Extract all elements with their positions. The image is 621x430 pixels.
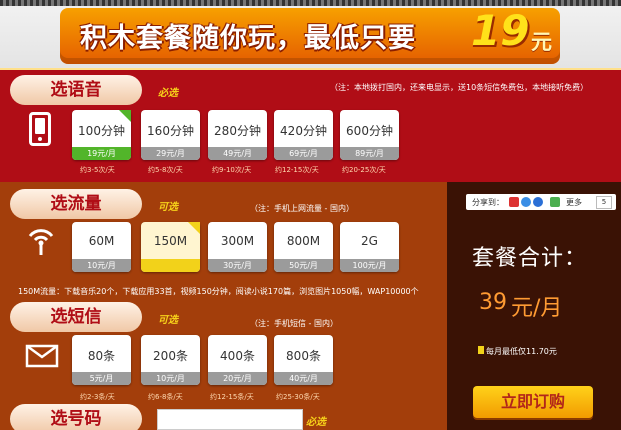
tab-number[interactable]: 选号码: [10, 404, 142, 430]
voice-option-usage: 约12-15次/天: [275, 166, 319, 174]
total-value: 39: [479, 290, 507, 315]
sms-option-price: 10元/月: [141, 372, 200, 385]
share-more-icon[interactable]: [550, 197, 560, 207]
buy-now-button[interactable]: 立即订购: [473, 386, 593, 418]
sms-option-usage: 约6-8条/天: [148, 393, 183, 401]
sms-option-800[interactable]: 800条 40元/月: [274, 335, 333, 385]
tab-data[interactable]: 选流量: [10, 189, 142, 219]
share-count: 5: [596, 196, 612, 209]
voice-option-label: 280分钟: [214, 124, 261, 138]
number-input[interactable]: [157, 409, 303, 430]
voice-option-price: 49元/月: [208, 147, 267, 160]
sms-option-price: 20元/月: [208, 372, 267, 385]
sms-option-80[interactable]: 80条 5元/月: [72, 335, 131, 385]
tab-voice[interactable]: 选语音: [10, 75, 142, 105]
voice-option-280[interactable]: 280分钟 49元/月: [208, 110, 267, 160]
sms-option-label: 800条: [286, 349, 321, 363]
sms-option-usage: 约2-3条/天: [80, 393, 115, 401]
sms-option-label: 80条: [87, 349, 116, 363]
total-title: 套餐合计：: [472, 246, 588, 271]
banner: 积木套餐随你玩，最低只要 19 元: [0, 0, 621, 68]
data-option-label: 60M: [88, 234, 115, 248]
banner-price-unit: 元: [531, 30, 552, 54]
banner-title: 积木套餐随你玩，最低只要: [80, 23, 416, 54]
wifi-signal-icon: [26, 222, 56, 256]
sms-note: （注：手机短信 - 国内）: [250, 319, 338, 328]
data-option-label: 800M: [286, 234, 321, 248]
voice-option-price: 69元/月: [274, 147, 333, 160]
data-option-price: 50元/月: [274, 259, 333, 272]
number-required-label: 必选: [306, 417, 326, 428]
voice-option-600[interactable]: 600分钟 89元/月: [340, 110, 399, 160]
voice-option-usage: 约3-5次/天: [80, 166, 115, 174]
sms-required-label: 可选: [158, 315, 178, 326]
selected-check-icon: [119, 110, 131, 122]
data-required-label: 可选: [158, 202, 178, 213]
data-option-800m[interactable]: 800M 50元/月: [274, 222, 333, 272]
voice-option-price: 29元/月: [141, 147, 200, 160]
voice-option-usage: 约5-8次/天: [148, 166, 183, 174]
share-weibo-icon[interactable]: [509, 197, 519, 207]
voice-option-label: 420分钟: [280, 124, 327, 138]
sms-option-200[interactable]: 200条 10元/月: [141, 335, 200, 385]
voice-option-price: 19元/月: [72, 147, 131, 160]
voice-option-price: 89元/月: [340, 147, 399, 160]
data-usage-caption: 150M流量：下载音乐20个，下载应用33首，视频150分钟，阅读小说170篇，…: [18, 287, 419, 296]
data-option-150m[interactable]: 150M: [141, 222, 200, 272]
phone-icon: [29, 112, 51, 146]
data-option-2g[interactable]: 2G 100元/月: [340, 222, 399, 272]
share-more-link[interactable]: 更多: [566, 197, 582, 208]
sms-option-price: 40元/月: [274, 372, 333, 385]
voice-option-usage: 约9-10次/天: [212, 166, 252, 174]
tab-sms[interactable]: 选短信: [10, 302, 142, 332]
voice-note: （注：本地拨打国内，还来电显示，送10条短信免费包，本地接听免费）: [330, 83, 589, 92]
total-unit: 元/月: [511, 296, 563, 321]
data-option-60m[interactable]: 60M 10元/月: [72, 222, 131, 272]
average-price: 每月最低仅11.70元: [486, 347, 557, 356]
voice-option-100[interactable]: 100分钟 19元/月: [72, 110, 131, 160]
voice-option-label: 160分钟: [147, 124, 194, 138]
sms-option-400[interactable]: 400条 20元/月: [208, 335, 267, 385]
data-option-price: 100元/月: [340, 259, 399, 272]
envelope-icon: [25, 342, 59, 368]
voice-option-label: 600分钟: [346, 124, 393, 138]
share-label: 分享到：: [472, 198, 504, 207]
voice-required-label: 必选: [158, 88, 178, 99]
sms-option-label: 200条: [153, 349, 188, 363]
package-builder: 积木套餐随你玩，最低只要 19 元 选语音 必选 （注：本地拨打国内，还来电显示…: [0, 0, 621, 430]
share-qzone-icon[interactable]: [521, 197, 531, 207]
banner-price: 19: [471, 6, 530, 55]
share-bar: 分享到： 更多 5: [466, 194, 616, 210]
sms-option-usage: 约25-30条/天: [276, 393, 320, 401]
data-note: （注：手机上网流量 - 国内）: [250, 204, 354, 213]
data-option-price: 30元/月: [208, 259, 267, 272]
sms-option-label: 400条: [220, 349, 255, 363]
data-option-price: [141, 259, 200, 272]
share-renren-icon[interactable]: [533, 197, 543, 207]
coin-icon: [478, 346, 484, 354]
sms-option-price: 5元/月: [72, 372, 131, 385]
data-option-label: 2G: [361, 234, 378, 248]
sms-option-usage: 约12-15条/天: [210, 393, 254, 401]
data-option-label: 150M: [153, 234, 188, 248]
voice-option-420[interactable]: 420分钟 69元/月: [274, 110, 333, 160]
data-option-price: 10元/月: [72, 259, 131, 272]
data-option-300m[interactable]: 300M 30元/月: [208, 222, 267, 272]
voice-option-label: 100分钟: [78, 124, 125, 138]
voice-option-usage: 约20-25次/天: [342, 166, 386, 174]
selected-check-icon: [188, 222, 200, 234]
voice-option-160[interactable]: 160分钟 29元/月: [141, 110, 200, 160]
data-option-label: 300M: [220, 234, 255, 248]
